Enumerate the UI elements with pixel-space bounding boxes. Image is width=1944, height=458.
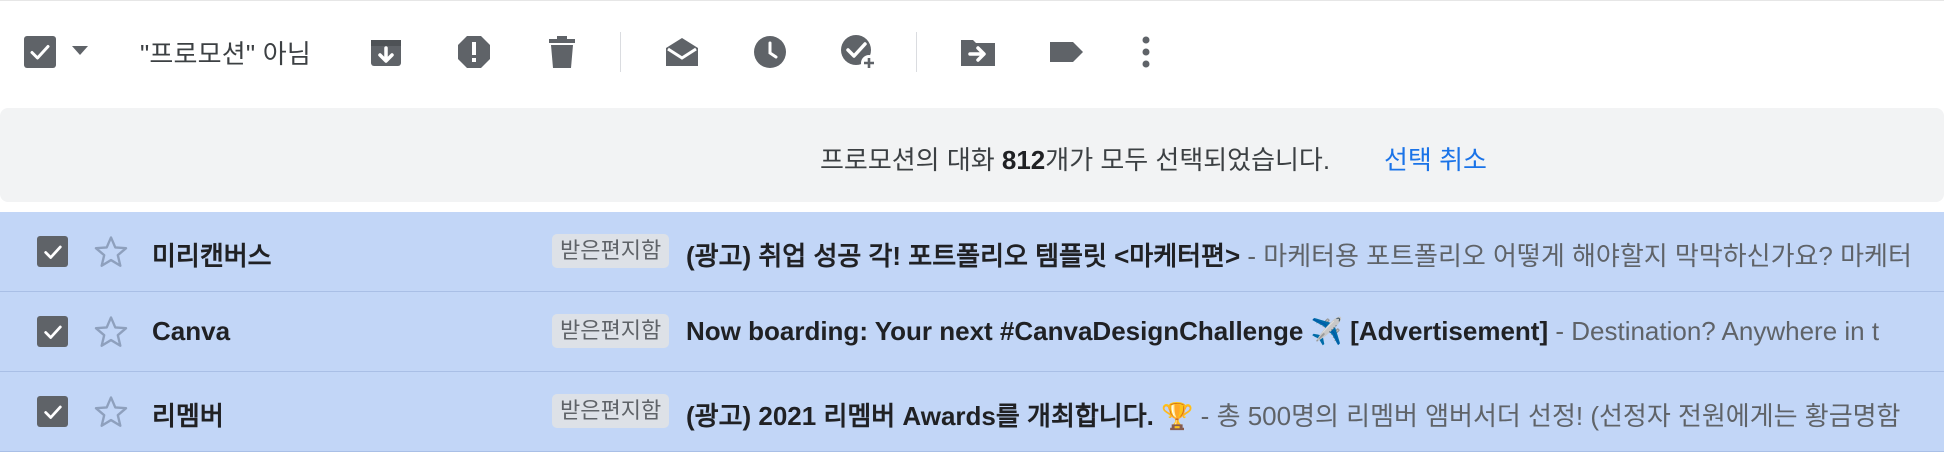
- checkbox-icon: [43, 325, 62, 339]
- archive-icon[interactable]: [366, 32, 406, 72]
- inbox-label-chip[interactable]: 받은편지함: [552, 394, 670, 428]
- mark-as-read-icon[interactable]: [662, 32, 702, 72]
- message-subject: (광고) 취업 성공 각! 포트폴리오 템플릿 <마케터편>: [686, 241, 1241, 271]
- checkbox-icon: [43, 245, 62, 259]
- selection-banner: 프로모션의 대화 812개가 모두 선택되었습니다. 선택 취소: [0, 108, 1944, 202]
- filter-label[interactable]: "프로모션" 아님: [140, 34, 311, 71]
- more-options-icon[interactable]: [1126, 32, 1166, 72]
- star-icon[interactable]: [92, 233, 130, 271]
- row-checkbox[interactable]: [37, 316, 68, 347]
- inbox-label-chip[interactable]: 받은편지함: [552, 314, 670, 348]
- snooze-icon[interactable]: [750, 32, 790, 72]
- message-subject: Now boarding: Your next #CanvaDesignChal…: [686, 316, 1549, 346]
- message-snippet: 총 500명의 리멤버 앰버서더 선정! (선정자 전원에게는 황금명함: [1216, 401, 1901, 431]
- message-snippet: 마케터용 포트폴리오 어떻게 해야할지 막막하신가요? 마케터: [1263, 241, 1912, 271]
- label-icon[interactable]: [1046, 32, 1086, 72]
- sender-name: 리멤버: [152, 401, 224, 431]
- toolbar: "프로모션" 아님: [0, 4, 1944, 100]
- inbox-label-chip[interactable]: 받은편지함: [552, 234, 670, 268]
- clear-selection-link[interactable]: 선택 취소: [1384, 140, 1487, 177]
- select-all-checkbox[interactable]: [24, 36, 56, 68]
- selection-count: 812: [1001, 145, 1046, 175]
- report-spam-icon[interactable]: [454, 32, 494, 72]
- message-row[interactable]: 미리캔버스 받은편지함 (광고) 취업 성공 각! 포트폴리오 템플릿 <마케터…: [0, 212, 1944, 292]
- sender-name: 미리캔버스: [152, 241, 272, 271]
- message-content: Now boarding: Your next #CanvaDesignChal…: [686, 316, 1880, 346]
- star-icon[interactable]: [92, 393, 130, 431]
- message-subject: (광고) 2021 리멤버 Awards를 개최합니다. 🏆: [686, 401, 1194, 431]
- add-to-tasks-icon[interactable]: [838, 32, 878, 72]
- message-content: (광고) 2021 리멤버 Awards를 개최합니다. 🏆 - 총 500명의…: [686, 401, 1901, 431]
- checkbox-icon: [43, 405, 62, 419]
- sender-name: Canva: [152, 316, 231, 346]
- message-content: (광고) 취업 성공 각! 포트폴리오 템플릿 <마케터편> - 마케터용 포트…: [686, 241, 1912, 271]
- row-checkbox[interactable]: [37, 236, 68, 267]
- move-to-icon[interactable]: [958, 32, 998, 72]
- toolbar-divider: [620, 32, 621, 72]
- toolbar-divider: [916, 32, 917, 72]
- message-row[interactable]: 리멤버 받은편지함 (광고) 2021 리멤버 Awards를 개최합니다. 🏆…: [0, 372, 1944, 452]
- message-list: 미리캔버스 받은편지함 (광고) 취업 성공 각! 포트폴리오 템플릿 <마케터…: [0, 212, 1944, 452]
- selection-message: 프로모션의 대화 812개가 모두 선택되었습니다.: [820, 145, 1331, 175]
- row-checkbox[interactable]: [37, 396, 68, 427]
- message-row[interactable]: Canva 받은편지함 Now boarding: Your next #Can…: [0, 292, 1944, 372]
- checkbox-icon: [30, 45, 50, 60]
- message-snippet: Destination? Anywhere in t: [1571, 316, 1880, 346]
- star-icon[interactable]: [92, 313, 130, 351]
- delete-icon[interactable]: [542, 32, 582, 72]
- chevron-down-icon[interactable]: [72, 46, 88, 55]
